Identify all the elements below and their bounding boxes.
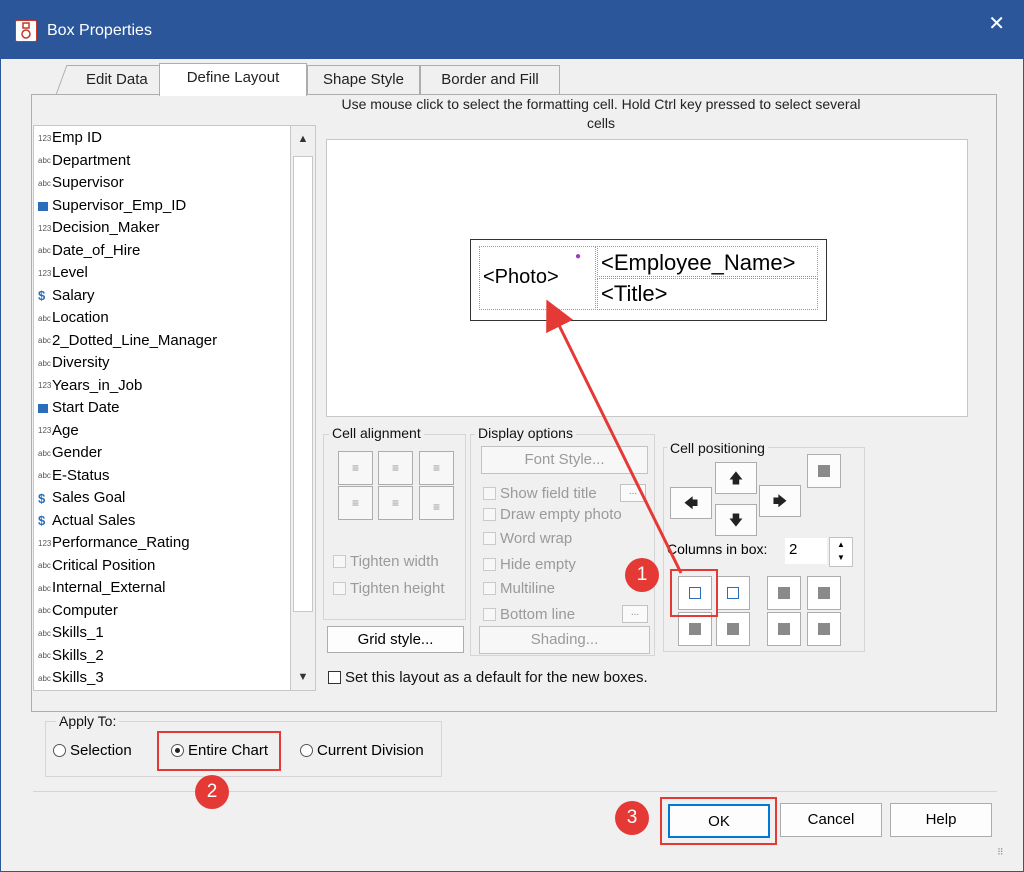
callout-badge-2: 2 [195, 775, 229, 809]
tab-label: Define Layout [186, 69, 280, 86]
callout-badge-3: 3 [615, 801, 649, 835]
callout-badge-1: 1 [625, 558, 659, 592]
tab-define-layout[interactable]: Define Layout [159, 63, 307, 96]
annotation-arrow [546, 299, 683, 574]
box-properties-dialog: Box Properties ✕ Edit Data Define Layout… [0, 0, 1024, 872]
arrow-line [546, 299, 683, 574]
